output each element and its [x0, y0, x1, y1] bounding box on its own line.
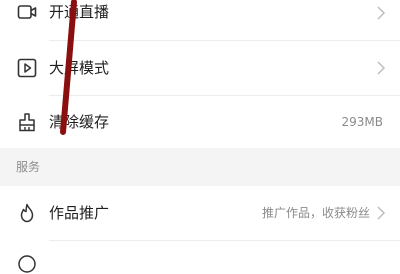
menu-item-clear-cache[interactable]: 清除缓存 293MB — [0, 96, 400, 148]
cache-size-value: 293MB — [341, 115, 384, 129]
menu-item-start-live[interactable]: 开通直播 — [0, 0, 400, 40]
menu-item-partial[interactable] — [0, 241, 400, 273]
play-screen-icon — [17, 58, 37, 78]
section-title: 服务 — [16, 160, 41, 174]
menu-item-label: 开通直播 — [49, 3, 110, 21]
menu-item-big-screen-mode[interactable]: 大屏模式 — [0, 41, 400, 95]
partial-row-icon — [18, 255, 36, 273]
flame-icon — [20, 203, 34, 223]
menu-item-label: 清除缓存 — [49, 113, 110, 131]
chevron-right-icon — [377, 61, 386, 75]
promote-hint-value: 推广作品，收获粉丝 — [261, 206, 370, 220]
menu-item-promote-works[interactable]: 作品推广 推广作品，收获粉丝 — [0, 186, 400, 240]
chevron-right-icon — [377, 206, 386, 220]
chevron-right-icon — [377, 6, 386, 20]
menu-item-label: 大屏模式 — [49, 59, 110, 77]
broom-icon — [19, 113, 35, 132]
section-header: 服务 — [0, 148, 400, 186]
video-camera-icon — [17, 5, 37, 19]
menu-item-label: 作品推广 — [49, 204, 110, 222]
